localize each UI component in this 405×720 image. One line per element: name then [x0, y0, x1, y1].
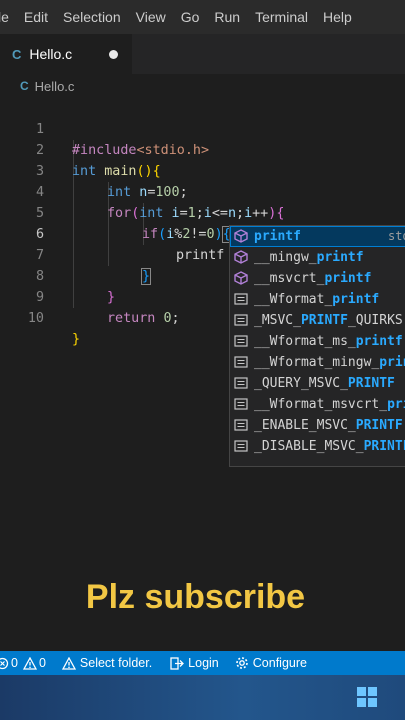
suggestion-label: __mingw_printf	[254, 250, 364, 265]
suggestion-item[interactable]: __Wformat_mingw_printf	[230, 352, 405, 373]
suggestion-item[interactable]: __Wformat_printf	[230, 289, 405, 310]
tab-label: Hello.c	[29, 46, 73, 62]
code-text: return 0;	[107, 311, 180, 326]
suggestion-label: _DISABLE_MSVC_PRINTF	[254, 439, 405, 454]
code-line: 1 #include<stdio.h>	[0, 98, 405, 158]
code-line: 6 printf	[0, 203, 405, 263]
login-label: Login	[188, 656, 219, 670]
macro-icon	[234, 314, 248, 326]
warning-triangle-icon	[61, 656, 76, 670]
macro-icon	[234, 335, 248, 347]
menu-view[interactable]: View	[136, 9, 177, 25]
suggestion-item[interactable]: __msvcrt_printf	[230, 268, 405, 289]
windows-start-icon[interactable]	[357, 687, 377, 707]
subscribe-caption: Plz subscribe	[0, 578, 405, 617]
warning-triangle-icon	[22, 656, 37, 670]
code-line: 4 for(int i=1;i<=n;i++){	[0, 161, 405, 221]
menu-terminal[interactable]: Terminal	[255, 9, 319, 25]
suggestion-label: __Wformat_msvcrt_printf	[254, 397, 405, 412]
unsaved-dot-icon[interactable]	[109, 50, 118, 59]
suggestion-label: __msvcrt_printf	[254, 271, 372, 286]
configure-label: Configure	[252, 656, 307, 670]
function-cube-icon	[234, 229, 248, 243]
macro-icon	[234, 356, 248, 368]
function-cube-icon	[234, 271, 248, 285]
menu-go[interactable]: Go	[181, 9, 211, 25]
login-button[interactable]: Login	[170, 656, 219, 670]
c-language-icon: C	[12, 46, 22, 62]
menu-file[interactable]: le	[0, 9, 20, 25]
menu-run[interactable]: Run	[214, 9, 251, 25]
suggestion-label: _MSVC_PRINTF_QUIRKS	[254, 313, 403, 328]
problems-indicator[interactable]: 0 0	[0, 656, 46, 670]
line-number: 10	[27, 311, 44, 326]
caption-text: Plz subscribe	[85, 578, 306, 616]
suggestion-label: __Wformat_mingw_printf	[254, 355, 405, 370]
menu-help[interactable]: Help	[323, 9, 363, 25]
select-folder-label: Select folder.	[79, 656, 153, 670]
suggestion-item[interactable]: _MSVC_PRINTF_QUIRKS	[230, 310, 405, 331]
error-circle-icon	[0, 657, 9, 669]
autocomplete-suggestions[interactable]: printf std __mingw_printf __msvcrt_print…	[229, 225, 405, 467]
select-folder-button[interactable]: Select folder.	[61, 656, 153, 670]
error-count: 0	[11, 656, 18, 670]
code-line: 3 int n=100;	[0, 140, 405, 200]
suggestion-item[interactable]: __Wformat_msvcrt_printf	[230, 394, 405, 415]
suggestion-item[interactable]: __mingw_printf	[230, 247, 405, 268]
suggestion-detail: std	[388, 229, 405, 243]
breadcrumb-file[interactable]: Hello.c	[35, 79, 75, 94]
macro-icon	[234, 293, 248, 305]
tab-hello-c[interactable]: C Hello.c	[0, 34, 132, 74]
suggestion-label: __Wformat_printf	[254, 292, 380, 307]
login-icon	[170, 656, 185, 670]
menu-edit[interactable]: Edit	[24, 9, 59, 25]
suggestion-label: printf	[254, 229, 301, 244]
breadcrumb: C Hello.c	[0, 74, 405, 98]
code-line: 2 int main(){	[0, 119, 405, 179]
editor-tab-bar: C Hello.c	[0, 34, 405, 74]
windows-taskbar	[0, 675, 405, 720]
suggestion-item[interactable]: _DISABLE_MSVC_PRINTF	[230, 436, 405, 457]
code-text: }	[72, 332, 81, 347]
status-bar: 0 0 Select folder. Login Configure	[0, 651, 405, 675]
gear-icon	[235, 657, 248, 669]
macro-icon	[234, 419, 248, 431]
suggestion-item[interactable]: _QUERY_MSVC_PRINTF	[230, 373, 405, 394]
suggestion-item[interactable]: __Wformat_ms_printf	[230, 331, 405, 352]
macro-icon	[234, 377, 248, 389]
warning-count: 0	[38, 656, 46, 670]
suggestion-item[interactable]: printf std	[230, 226, 405, 247]
menu-bar: le Edit Selection View Go Run Terminal H…	[0, 0, 405, 34]
code-line: 5 if(i%2!=0){	[0, 182, 405, 243]
macro-icon	[234, 398, 248, 410]
suggestion-label: _ENABLE_MSVC_PRINTF	[254, 418, 403, 433]
function-cube-icon	[234, 250, 248, 264]
suggestion-label: __Wformat_ms_printf	[254, 334, 403, 349]
suggestion-item[interactable]: _ENABLE_MSVC_PRINTF	[230, 415, 405, 436]
macro-icon	[234, 440, 248, 452]
c-language-icon: C	[20, 79, 29, 93]
configure-button[interactable]: Configure	[235, 656, 307, 670]
menu-selection[interactable]: Selection	[63, 9, 132, 25]
suggestion-label: _QUERY_MSVC_PRINTF	[254, 376, 395, 391]
